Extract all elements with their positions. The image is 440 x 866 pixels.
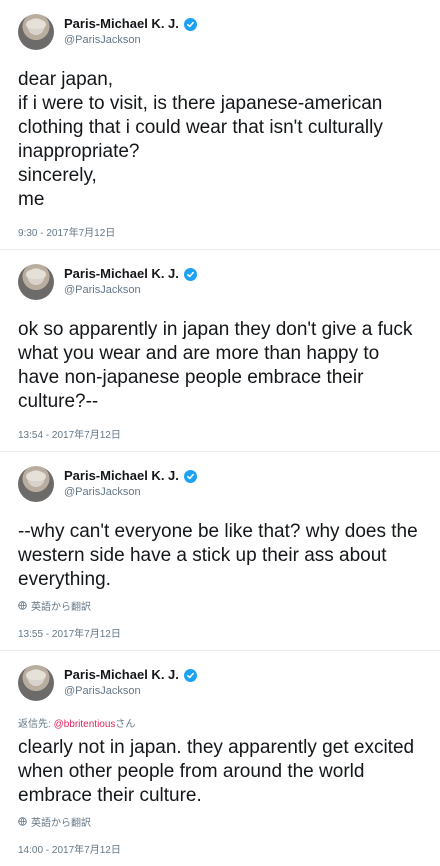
tweet-timestamp[interactable]: 14:00 - 2017年7月12日 — [18, 841, 422, 866]
display-name[interactable]: Paris-Michael K. J. — [64, 266, 179, 282]
tweet-text: --why can't everyone be like that? why d… — [18, 521, 423, 590]
tweet-1: Paris-Michael K. J. @ParisJackson dear j… — [0, 0, 440, 250]
handle[interactable]: @ParisJackson — [64, 486, 197, 499]
display-name-row: Paris-Michael K. J. — [64, 16, 197, 32]
tweet-header: Paris-Michael K. J. @ParisJackson — [18, 12, 422, 52]
verified-badge-icon — [183, 470, 197, 484]
tweet-timestamp[interactable]: 13:54 - 2017年7月12日 — [18, 426, 422, 451]
tweet-author: Paris-Michael K. J. @ParisJackson — [64, 266, 197, 297]
display-name[interactable]: Paris-Michael K. J. — [64, 16, 179, 32]
handle[interactable]: @ParisJackson — [64, 685, 197, 698]
display-name-row: Paris-Michael K. J. — [64, 667, 197, 683]
tweet-header: Paris-Michael K. J. @ParisJackson — [18, 663, 422, 703]
display-name-row: Paris-Michael K. J. — [64, 266, 197, 282]
display-name[interactable]: Paris-Michael K. J. — [64, 468, 179, 484]
tweet-text: ok so apparently in japan they don't giv… — [18, 319, 418, 412]
avatar[interactable] — [18, 264, 54, 300]
reply-prefix: 返信先: — [18, 719, 54, 730]
avatar[interactable] — [18, 466, 54, 502]
reply-context: 返信先: @bbritentiousさん — [18, 715, 422, 730]
tweet-2: Paris-Michael K. J. @ParisJackson ok so … — [0, 250, 440, 452]
tweet-author: Paris-Michael K. J. @ParisJackson — [64, 468, 197, 499]
handle[interactable]: @ParisJackson — [64, 34, 197, 47]
translate-label: 英語から翻訳 — [31, 818, 91, 829]
verified-badge-icon — [183, 669, 197, 683]
reply-suffix: さん — [115, 719, 136, 730]
tweet-timestamp[interactable]: 13:55 - 2017年7月12日 — [18, 625, 422, 650]
avatar[interactable] — [18, 14, 54, 50]
translate-label: 英語から翻訳 — [31, 602, 91, 613]
handle[interactable]: @ParisJackson — [64, 284, 197, 297]
tweet-header: Paris-Michael K. J. @ParisJackson — [18, 262, 422, 302]
tweet-author: Paris-Michael K. J. @ParisJackson — [64, 667, 197, 698]
tweet-timestamp[interactable]: 9:30 - 2017年7月12日 — [18, 224, 422, 249]
tweet-text: dear japan, if i were to visit, is there… — [18, 69, 383, 210]
display-name[interactable]: Paris-Michael K. J. — [64, 667, 179, 683]
tweet-author: Paris-Michael K. J. @ParisJackson — [64, 16, 197, 47]
tweet-header: Paris-Michael K. J. @ParisJackson — [18, 464, 422, 504]
globe-icon — [18, 601, 27, 610]
verified-badge-icon — [183, 18, 197, 32]
reply-mention-link[interactable]: @bbritentious — [54, 719, 116, 730]
verified-badge-icon — [183, 268, 197, 282]
avatar[interactable] — [18, 665, 54, 701]
tweet-4: Paris-Michael K. J. @ParisJackson 返信先: @… — [0, 651, 440, 866]
globe-icon — [18, 817, 27, 826]
tweet-text: clearly not in japan. they apparently ge… — [18, 737, 420, 806]
display-name-row: Paris-Michael K. J. — [64, 468, 197, 484]
translate-link[interactable]: 英語から翻訳 — [18, 598, 422, 613]
tweet-3: Paris-Michael K. J. @ParisJackson --why … — [0, 452, 440, 651]
translate-link[interactable]: 英語から翻訳 — [18, 814, 422, 829]
